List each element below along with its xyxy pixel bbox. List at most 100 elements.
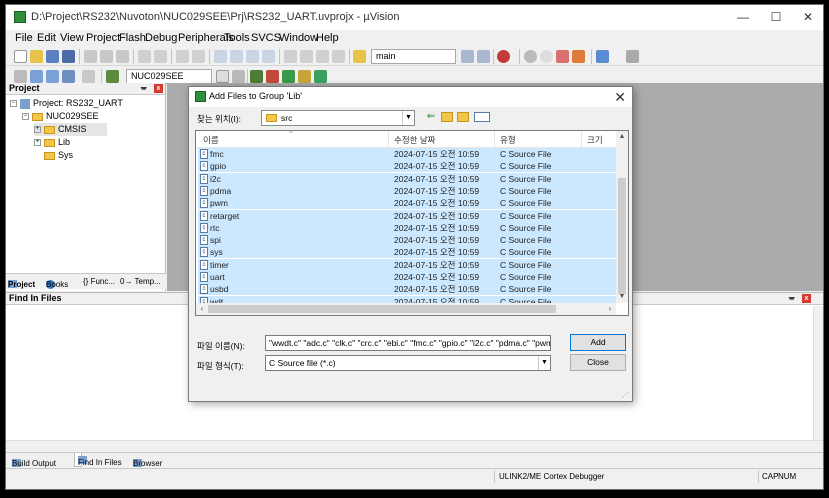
kill-breakpoints-icon[interactable]	[556, 50, 569, 63]
file-row[interactable]: c spi 2024-07-15 오전 10:59 C Source File	[198, 234, 616, 247]
disable-breakpoint-icon[interactable]	[540, 50, 553, 63]
add-button[interactable]: Add	[570, 334, 626, 351]
download-icon[interactable]	[106, 70, 119, 83]
horizontal-scrollbar[interactable]	[6, 440, 823, 452]
dialog-close-button[interactable]: ✕	[614, 87, 626, 107]
panel-close-icon[interactable]: x	[154, 84, 163, 93]
find-combo[interactable]: main	[371, 49, 456, 64]
breakpoint-icon[interactable]	[524, 50, 537, 63]
cut-icon[interactable]	[84, 50, 97, 63]
chevron-down-icon[interactable]: ▼	[538, 356, 550, 370]
collapse-icon[interactable]: −	[22, 113, 29, 121]
manage-project-icon[interactable]	[266, 70, 279, 83]
paste-icon[interactable]	[116, 50, 129, 63]
open-file-icon[interactable]	[30, 50, 43, 63]
incremental-find-icon[interactable]	[477, 50, 490, 63]
tab-functions[interactable]: {} Func...	[83, 277, 115, 286]
undo-icon[interactable]	[138, 50, 151, 63]
expand-icon[interactable]: +	[34, 139, 41, 147]
expand-icon[interactable]: +	[34, 126, 41, 134]
pin-icon[interactable]: ᚚ	[789, 293, 794, 302]
chevron-down-icon[interactable]: ▼	[402, 111, 414, 125]
nav-back-icon[interactable]	[176, 50, 189, 63]
uncomment-icon[interactable]	[332, 50, 345, 63]
new-folder-icon[interactable]	[457, 112, 469, 122]
scroll-left-icon[interactable]: ‹	[196, 303, 208, 315]
menu-svcs[interactable]: SVCS	[251, 32, 281, 44]
copy-icon[interactable]	[100, 50, 113, 63]
prev-bookmark-icon[interactable]	[230, 50, 243, 63]
tab-templates[interactable]: 0→ Temp...	[120, 277, 161, 286]
file-row[interactable]: c gpio 2024-07-15 오전 10:59 C Source File	[198, 160, 616, 173]
file-row[interactable]: c uart 2024-07-15 오전 10:59 C Source File	[198, 271, 616, 283]
target-combo[interactable]: NUC029SEE	[126, 69, 212, 84]
menu-project[interactable]: Project	[86, 32, 120, 44]
collapse-icon[interactable]: −	[10, 100, 17, 108]
menu-flash[interactable]: Flash	[119, 32, 146, 44]
file-row[interactable]: c retarget 2024-07-15 오전 10:59 C Source Fil…	[198, 209, 616, 222]
scroll-thumb-horizontal[interactable]	[208, 305, 556, 313]
tree-group-cmsis[interactable]: + CMSIS	[34, 123, 107, 136]
menu-view[interactable]: View	[60, 32, 84, 44]
tree-group-lib[interactable]: + Lib	[34, 136, 70, 149]
file-row[interactable]: c usbd 2024-07-15 오전 10:59 C Source File	[198, 283, 616, 296]
column-name[interactable]: 이름	[203, 134, 219, 146]
list-horizontal-scrollbar[interactable]: ‹ ›	[196, 303, 616, 315]
list-vertical-scrollbar[interactable]: ▲ ▼	[616, 131, 628, 303]
panel-close-icon[interactable]: x	[802, 294, 811, 303]
magic-wand-icon[interactable]	[232, 70, 245, 83]
next-bookmark-icon[interactable]	[246, 50, 259, 63]
menu-debug[interactable]: Debug	[145, 32, 177, 44]
menu-edit[interactable]: Edit	[37, 32, 56, 44]
minimize-button[interactable]: —	[728, 9, 758, 26]
scroll-right-icon[interactable]: ›	[604, 303, 616, 315]
configure-icon[interactable]	[626, 50, 639, 63]
debug-session-icon[interactable]	[497, 50, 510, 63]
scroll-up-icon[interactable]: ▲	[616, 131, 628, 143]
menu-tools[interactable]: Tools	[224, 32, 250, 44]
tree-group-sys[interactable]: Sys	[44, 149, 73, 162]
translate-icon[interactable]	[14, 70, 27, 83]
menu-window[interactable]: Window	[279, 32, 318, 44]
file-row[interactable]: c timer 2024-07-15 오전 10:59 C Source File	[198, 258, 616, 271]
manage-components-icon[interactable]	[250, 70, 263, 83]
column-modified[interactable]: 수정한 날짜	[394, 134, 435, 146]
pin-icon[interactable]: ᚚ	[141, 83, 146, 92]
file-row[interactable]: c fmc 2024-07-15 오전 10:59 C Source File	[198, 148, 616, 160]
window-layout-icon[interactable]	[596, 50, 609, 63]
settings-icon[interactable]	[572, 50, 585, 63]
vertical-scrollbar[interactable]	[813, 306, 823, 441]
file-type-combo[interactable]: C Source file (*.c) ▼	[265, 355, 551, 371]
redo-icon[interactable]	[154, 50, 167, 63]
find-in-files-icon[interactable]	[353, 50, 366, 63]
close-dialog-button[interactable]: Close	[570, 354, 626, 371]
bookmark-icon[interactable]	[214, 50, 227, 63]
look-in-combo[interactable]: src ▼	[261, 110, 415, 126]
file-row[interactable]: c pwm 2024-07-15 오전 10:59 C Source File	[198, 197, 616, 210]
close-button[interactable]: ✕	[793, 9, 823, 26]
run-time-environment-icon[interactable]	[314, 70, 327, 83]
indent-icon[interactable]	[284, 50, 297, 63]
nav-forward-icon[interactable]	[192, 50, 205, 63]
stop-build-icon[interactable]	[82, 70, 95, 83]
menu-help[interactable]: Help	[316, 32, 339, 44]
comment-icon[interactable]	[316, 50, 329, 63]
file-row[interactable]: c pdma 2024-07-15 오전 10:59 C Source File	[198, 184, 616, 197]
find-icon[interactable]	[461, 50, 474, 63]
resize-grip-icon[interactable]: ⋰	[622, 391, 630, 399]
select-packs-icon[interactable]	[282, 70, 295, 83]
view-menu-icon[interactable]	[474, 112, 490, 122]
target-options-icon[interactable]	[216, 70, 229, 83]
save-icon[interactable]	[46, 50, 59, 63]
save-all-icon[interactable]	[62, 50, 75, 63]
back-icon[interactable]: ⇐	[425, 111, 437, 123]
maximize-button[interactable]: ☐	[761, 9, 791, 26]
file-row[interactable]: c sys 2024-07-15 오전 10:59 C Source File	[198, 246, 616, 259]
batch-build-icon[interactable]	[62, 70, 75, 83]
column-type[interactable]: 유형	[500, 134, 516, 146]
new-file-icon[interactable]	[14, 50, 27, 63]
menu-file[interactable]: File	[15, 32, 33, 44]
scroll-down-icon[interactable]: ▼	[616, 291, 628, 303]
rebuild-icon[interactable]	[46, 70, 59, 83]
tab-find-in-files[interactable]: Find In Files	[74, 453, 122, 467]
